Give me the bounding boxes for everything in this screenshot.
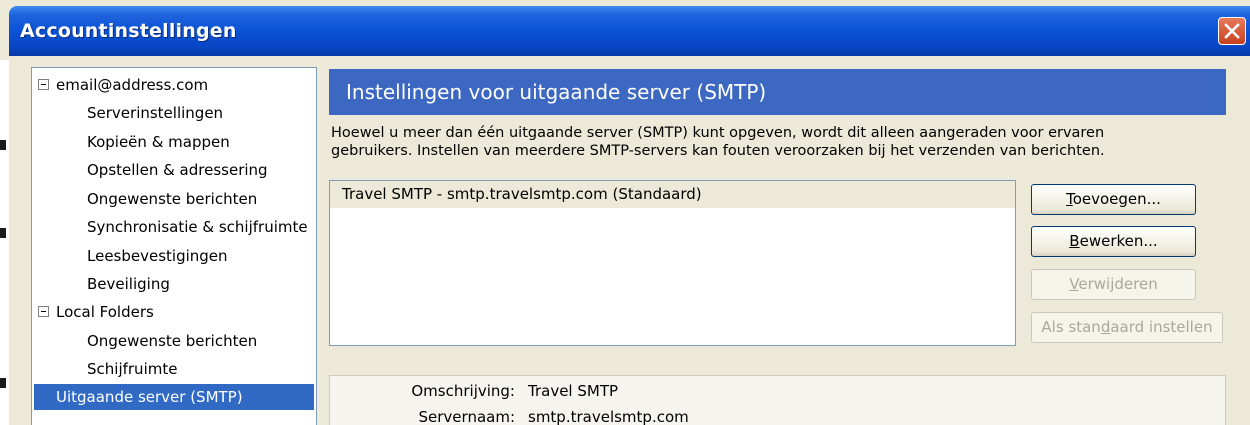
tree-item-uitgaande-server[interactable]: Uitgaande server (SMTP)	[34, 384, 314, 410]
smtp-server-list[interactable]: Travel SMTP - smtp.travelsmtp.com (Stand…	[329, 180, 1016, 346]
tree-item-serverinstellingen[interactable]: Serverinstellingen	[87, 100, 223, 126]
button-label: erwijderen	[1078, 275, 1158, 293]
add-server-button[interactable]: Toevoegen...	[1031, 184, 1196, 215]
background-window-edge	[0, 60, 9, 425]
account-tree: email@address.com Serverinstellingen Kop…	[31, 67, 317, 425]
tree-item-beveiliging[interactable]: Beveiliging	[87, 271, 170, 297]
access-key: d	[1100, 318, 1111, 336]
remove-server-button[interactable]: Verwijderen	[1031, 269, 1196, 300]
tree-item-ongewenste-berichten[interactable]: Ongewenste berichten	[87, 186, 257, 212]
button-label: aard instellen	[1110, 318, 1213, 336]
servername-value: smtp.travelsmtp.com	[528, 408, 689, 425]
tree-item-kopieen-mappen[interactable]: Kopieën & mappen	[87, 129, 230, 155]
smtp-description: Hoewel u meer dan één uitgaande server (…	[331, 124, 1221, 160]
window-title: Accountinstellingen	[20, 20, 237, 42]
tree-item-local-ongewenste[interactable]: Ongewenste berichten	[87, 328, 257, 354]
button-label: ewerken...	[1079, 232, 1158, 250]
button-label: oevoegen...	[1072, 190, 1161, 208]
servername-label: Servernaam:	[418, 408, 515, 425]
set-default-button[interactable]: Als standaard instellen	[1031, 312, 1223, 343]
account-settings-window: Accountinstellingen email@address.com Se…	[0, 0, 1250, 425]
description-line-1: Hoewel u meer dan één uitgaande server (…	[331, 125, 1105, 141]
close-icon	[1224, 23, 1240, 39]
button-label: Als stan	[1041, 318, 1101, 336]
collapse-icon[interactable]	[38, 306, 49, 317]
access-key: B	[1069, 232, 1080, 250]
server-details-panel: Omschrijving: Travel SMTP Servernaam: sm…	[329, 375, 1226, 425]
tree-item-local-folders[interactable]: Local Folders	[38, 299, 154, 325]
tree-item-account[interactable]: email@address.com	[38, 72, 208, 98]
tree-item-leesbevestigingen[interactable]: Leesbevestigingen	[87, 243, 228, 269]
collapse-icon[interactable]	[38, 79, 49, 90]
tree-item-label: email@address.com	[56, 76, 209, 94]
tree-item-label: Local Folders	[56, 303, 154, 321]
tree-item-schijfruimte[interactable]: Schijfruimte	[87, 356, 177, 382]
title-bar[interactable]: Accountinstellingen	[9, 6, 1250, 56]
description-value: Travel SMTP	[528, 382, 619, 400]
description-line-2: gebruikers. Instellen van meerdere SMTP-…	[331, 143, 1105, 159]
edit-server-button[interactable]: Bewerken...	[1031, 226, 1196, 257]
list-item[interactable]: Travel SMTP - smtp.travelsmtp.com (Stand…	[330, 181, 1015, 208]
tree-item-opstellen-adressering[interactable]: Opstellen & adressering	[87, 157, 268, 183]
description-label: Omschrijving:	[411, 382, 515, 400]
tree-item-synchronisatie[interactable]: Synchronisatie & schijfruimte	[87, 214, 308, 240]
access-key: T	[1066, 190, 1073, 208]
close-button[interactable]	[1218, 17, 1246, 45]
page-title: Instellingen voor uitgaande server (SMTP…	[329, 69, 1226, 115]
